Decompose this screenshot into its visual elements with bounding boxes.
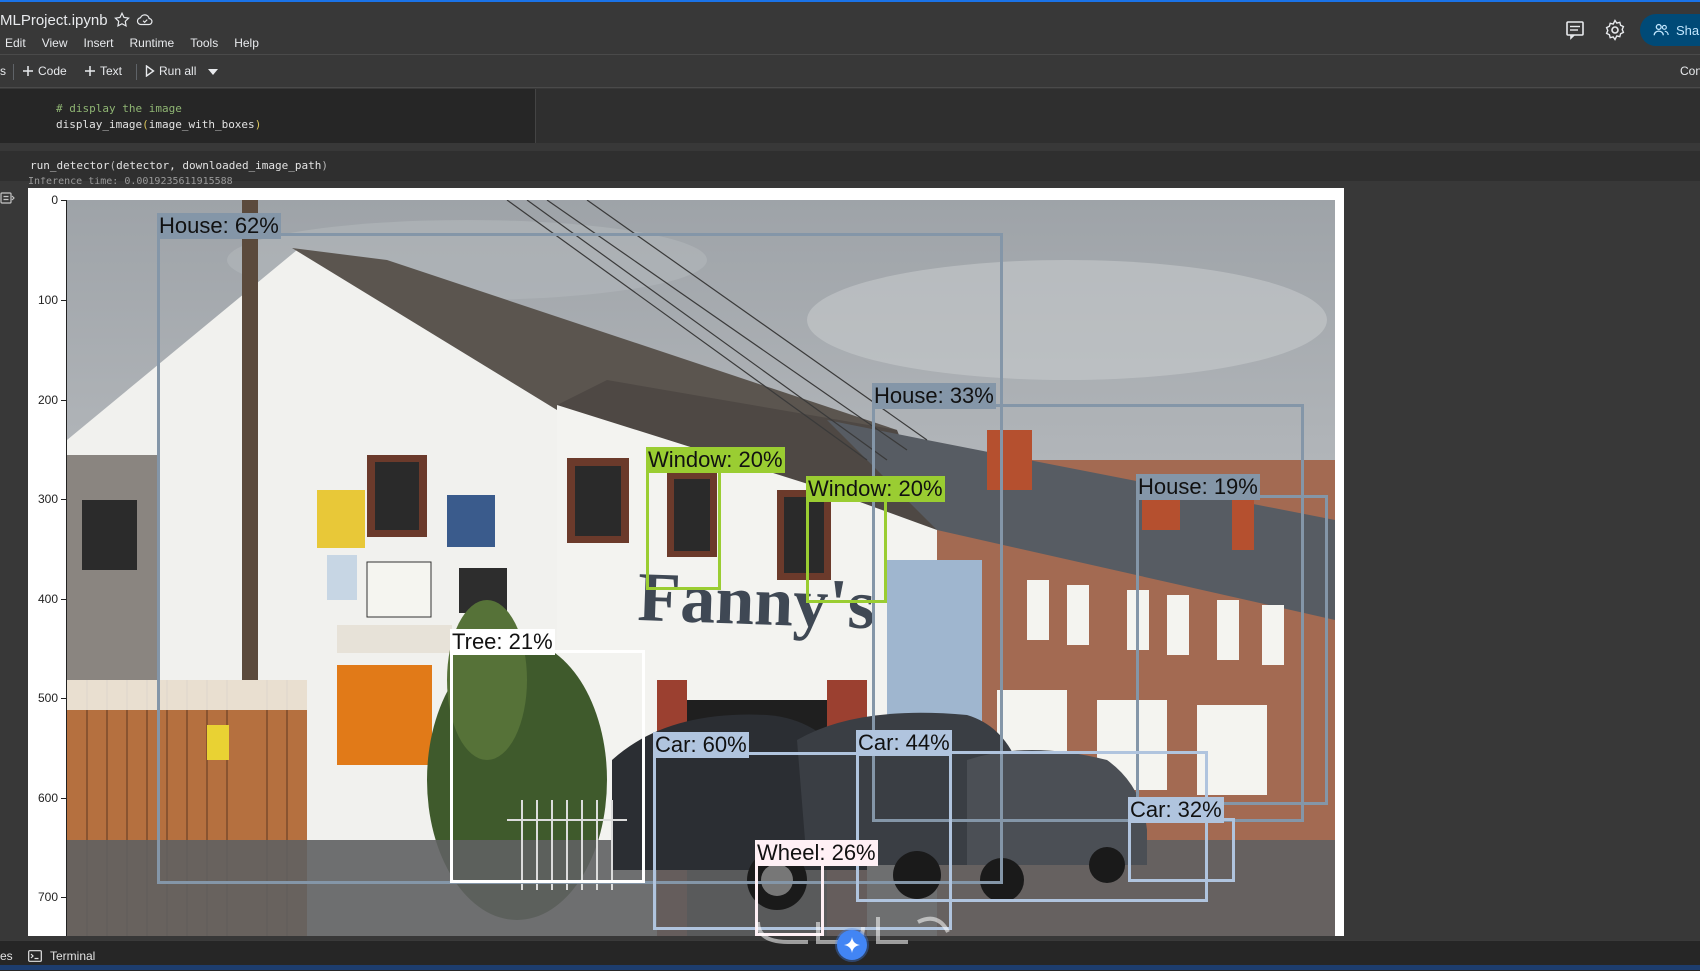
add-text-label: Text [100, 64, 123, 78]
y-tick-label: 400 [37, 592, 58, 606]
svg-text:Fanny's: Fanny's [636, 559, 876, 644]
menu-help[interactable]: Help [226, 34, 267, 52]
share-label: Sha [1676, 22, 1700, 38]
toolbar-separator [13, 64, 14, 80]
title-bar: MLProject.ipynb Edit View Insert Runtime… [0, 2, 1700, 54]
street-photo: Fanny's [67, 200, 1335, 936]
plus-icon [85, 66, 95, 76]
bottom-frame-edge [0, 965, 1700, 970]
detection-label: House: 33% [872, 383, 996, 409]
function-arguments: detector, downloaded_image_path [116, 159, 322, 172]
gear-icon[interactable] [1603, 18, 1627, 42]
y-tick-label: 700 [37, 890, 58, 904]
terminal-icon [28, 950, 42, 962]
menu-edit[interactable]: Edit [0, 34, 34, 52]
menu-view[interactable]: View [34, 34, 76, 52]
add-text-button[interactable]: Text [84, 64, 122, 78]
menu-bar: Edit View Insert Runtime Tools Help [0, 34, 267, 52]
cloud-saved-icon[interactable] [135, 11, 155, 29]
y-tick-label: 300 [37, 492, 58, 506]
plus-icon [23, 66, 33, 76]
y-tick-label: 200 [37, 393, 58, 407]
y-tick-label: 100 [37, 293, 58, 307]
connect-button[interactable]: Con [1680, 64, 1700, 78]
y-tick [61, 400, 66, 401]
y-tick-label: 0 [51, 193, 58, 207]
add-code-label: Code [38, 64, 67, 78]
y-tick-label: 500 [37, 691, 58, 705]
y-tick-label: 600 [37, 791, 58, 805]
code-editor[interactable]: # display the image display_image(image_… [0, 89, 536, 143]
detection-label: House: 19% [1136, 474, 1260, 500]
code-line: run_detector(detector, downloaded_image_… [30, 159, 329, 172]
code-cell[interactable]: # display the image display_image(image_… [0, 89, 1700, 143]
gemini-button[interactable] [837, 930, 867, 960]
y-tick [61, 599, 66, 600]
add-code-button[interactable]: Code [22, 64, 67, 78]
status-left-fragment[interactable]: es [0, 949, 13, 963]
code-comment: # display the image [56, 102, 182, 115]
function-name: display_image [56, 118, 143, 131]
comment-icon[interactable] [1563, 18, 1587, 42]
detection-label: Car: 32% [1128, 797, 1224, 823]
detection-label: Car: 44% [856, 730, 952, 756]
y-tick [61, 300, 66, 301]
code-line: display_image(image_with_boxes) [56, 118, 262, 131]
detection-label: House: 62% [157, 213, 281, 239]
y-tick [61, 897, 66, 898]
output-text: Inference time: 0.0019235611915588 [28, 177, 233, 185]
people-icon [1653, 23, 1669, 36]
terminal-label: Terminal [50, 949, 96, 963]
output-toggle-icon[interactable] [0, 190, 16, 206]
run-all-label: Run all [159, 64, 197, 78]
menu-tools[interactable]: Tools [182, 34, 226, 52]
terminal-button[interactable]: Terminal [28, 949, 95, 963]
y-tick [61, 200, 66, 201]
detection-label: Wheel: 26% [755, 840, 878, 866]
menu-insert[interactable]: Insert [75, 34, 121, 52]
notebook-title[interactable]: MLProject.ipynb [0, 12, 108, 29]
toolbar-left-fragment[interactable]: s [0, 64, 6, 78]
play-icon [145, 65, 155, 77]
detection-label: Window: 20% [806, 476, 945, 502]
notebook-toolbar: s Code Text Run all Con [0, 54, 1700, 88]
menu-runtime[interactable]: Runtime [122, 34, 183, 52]
run-all-button[interactable]: Run all [145, 64, 196, 78]
detection-label: Tree: 21% [450, 629, 555, 655]
output-text-clipped: Inference time: 0.0019235611915588 [28, 177, 328, 185]
function-argument: image_with_boxes [148, 118, 255, 131]
star-icon[interactable] [113, 11, 131, 29]
sparkle-icon [844, 937, 860, 953]
detection-label: Window: 20% [646, 447, 785, 473]
chevron-down-icon[interactable] [208, 69, 218, 75]
share-button[interactable]: Sha [1640, 14, 1700, 46]
y-tick [61, 798, 66, 799]
y-tick [61, 499, 66, 500]
detection-label: Car: 60% [653, 732, 749, 758]
function-name: run_detector [30, 159, 110, 172]
y-tick [61, 698, 66, 699]
toolbar-separator [136, 64, 137, 80]
